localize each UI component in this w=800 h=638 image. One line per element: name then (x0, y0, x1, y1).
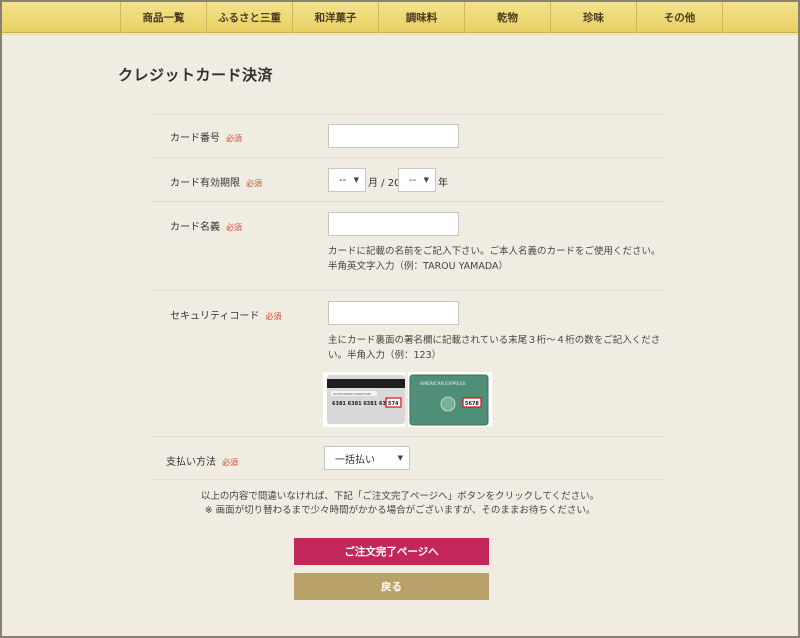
payment-method-select[interactable]: 一括払い ▼ (324, 446, 410, 470)
amex-brand-text: AMERICAN EXPRESS (420, 381, 466, 387)
back-button[interactable]: 戻る (294, 573, 489, 600)
submit-order-button[interactable]: ご注文完了ページへ (294, 538, 489, 565)
payment-method-label: 支払い方法 必須 (166, 457, 238, 468)
nav-item-products[interactable]: 商品一覧 (121, 2, 207, 33)
notice-line-2: ※ 画面が切り替わるまで少々時間がかかる場合がございますが、そのままお待ちくださ… (204, 505, 596, 516)
divider (152, 290, 664, 291)
centurion-icon (440, 396, 456, 412)
card-back-example-image: AUTHORIZED SIGNATURE 6381 6381 6381 6381… (323, 372, 405, 427)
notice-line-1: 以上の内容で間違いなければ、下記「ご注文完了ページへ」ボタンをクリックしてくださ… (200, 491, 600, 502)
page-title: クレジットカード決済 (118, 66, 274, 84)
signature-strip-text: AUTHORIZED SIGNATURE (333, 392, 371, 396)
expiry-year-select[interactable]: -- ▼ (398, 168, 436, 192)
card-number-label: カード番号 必須 (170, 133, 242, 144)
expiry-year-suffix: 年 (438, 178, 448, 189)
card-expiry-label: カード有効期限 必須 (170, 178, 262, 189)
expiry-month-value: -- (339, 174, 347, 186)
required-badge: 必須 (226, 134, 242, 143)
nav-menu: 商品一覧 ふるさと三重 和洋菓子 調味料 乾物 珍味 その他 (120, 2, 723, 33)
expiry-year-value: -- (409, 174, 417, 186)
card-number-input[interactable] (328, 124, 459, 148)
card-name-help: カードに記載の名前をご記入下さい。ご本人名義のカードをご使用ください。半角英文字… (328, 246, 661, 272)
security-code-help: 主にカード裏面の署名欄に記載されている末尾３桁～４桁の数をご記入ください。半角入… (328, 335, 661, 361)
divider (152, 201, 664, 202)
confirm-notice: 以上の内容で間違いなければ、下記「ご注文完了ページへ」ボタンをクリックしてくださ… (170, 490, 630, 518)
amex-card-example-image: AMERICAN EXPRESS 5678 (408, 372, 492, 427)
required-badge: 必須 (222, 458, 238, 467)
divider (152, 157, 664, 158)
dropdown-arrow-icon: ▼ (353, 176, 359, 184)
nav-item-seasonings[interactable]: 調味料 (379, 2, 465, 33)
dropdown-arrow-icon: ▼ (397, 454, 403, 462)
divider (152, 479, 664, 480)
amex-code: 5678 (465, 401, 479, 407)
divider (152, 436, 664, 437)
card-name-label: カード名義 必須 (170, 222, 242, 233)
required-badge: 必須 (226, 223, 242, 232)
nav-item-others[interactable]: その他 (637, 2, 723, 33)
expiry-month-select[interactable]: -- ▼ (328, 168, 366, 192)
top-nav: 商品一覧 ふるさと三重 和洋菓子 調味料 乾物 珍味 その他 (2, 2, 798, 33)
card-name-input[interactable] (328, 212, 459, 236)
security-code-label: セキュリティコード 必須 (170, 311, 282, 322)
required-badge: 必須 (265, 312, 282, 321)
nav-item-sweets[interactable]: 和洋菓子 (293, 2, 379, 33)
expiry-month-suffix: 月 / 20 (368, 178, 401, 189)
payment-method-value: 一括払い (335, 454, 375, 466)
nav-divider (2, 34, 798, 35)
nav-item-furusato-mie[interactable]: ふるさと三重 (207, 2, 293, 33)
security-code-input[interactable] (328, 301, 459, 325)
divider (152, 114, 664, 115)
nav-item-dried-goods[interactable]: 乾物 (465, 2, 551, 33)
dropdown-arrow-icon: ▼ (423, 176, 429, 184)
nav-item-delicacies[interactable]: 珍味 (551, 2, 637, 33)
card-back-number: 6381 6381 6381 6381 (332, 401, 393, 407)
card-back-code: 574 (388, 401, 399, 407)
required-badge: 必須 (246, 179, 262, 188)
